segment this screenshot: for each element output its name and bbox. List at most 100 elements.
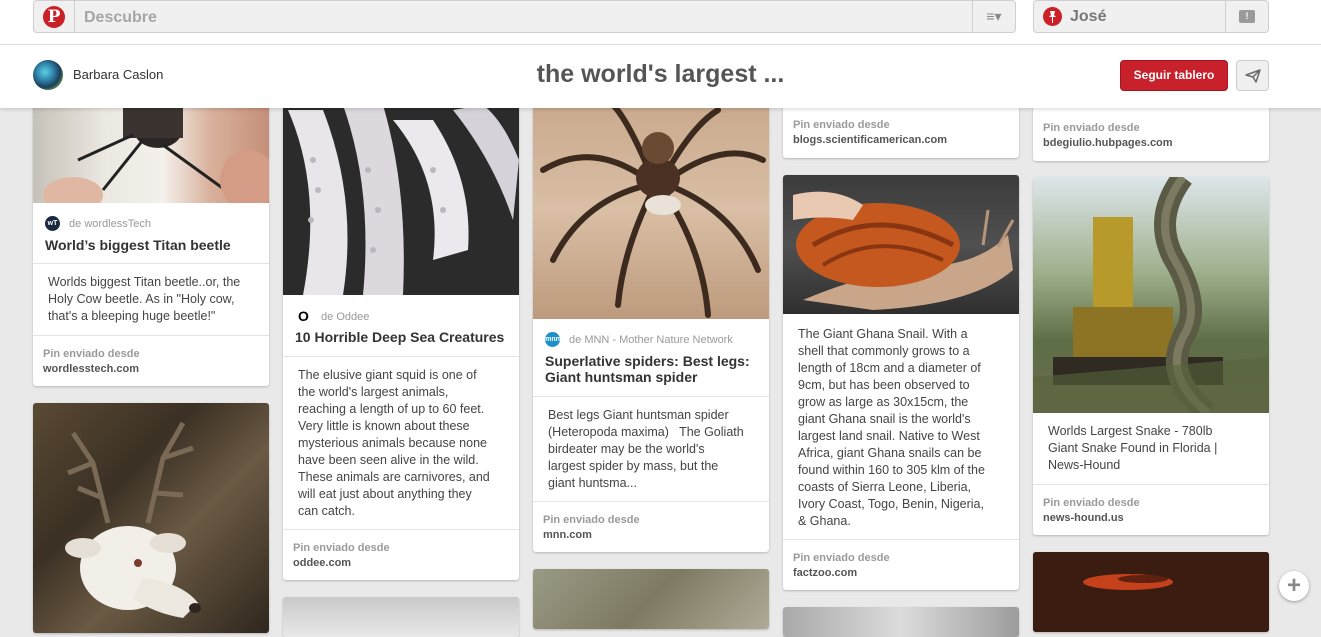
search-input[interactable] [82, 5, 966, 30]
pin-card[interactable] [283, 597, 519, 637]
pin-footer: Pin enviado desde factzoo.com [783, 539, 1019, 590]
pin-footer-label: Pin enviado desde [793, 552, 890, 564]
pin-description: Worlds Largest Snake - 780lb Giant Snake… [1033, 413, 1269, 484]
pin-description-line: The elusive giant squid is one of [298, 368, 477, 382]
pin-description-line: giant Ghana snail is the world's [798, 412, 971, 426]
pin-image[interactable] [783, 607, 1019, 637]
pin-footer-label: Pin enviado desde [1043, 122, 1140, 134]
pin-footer-label: Pin enviado desde [293, 542, 390, 554]
giant-snake-image [1033, 177, 1269, 413]
pin-description-line: that's a bleeping huge beetle!" [48, 309, 216, 323]
pin-image[interactable] [533, 100, 769, 319]
pin-description-line: birdeater may be the world's [548, 442, 705, 456]
pin-card[interactable] [1033, 552, 1269, 632]
notifications-button[interactable]: ! [1225, 1, 1268, 32]
pin-description: The Giant Ghana Snail. With a shell that… [783, 314, 1019, 539]
pin-footer-site[interactable]: factzoo.com [793, 567, 857, 579]
notifications-icon: ! [1239, 10, 1255, 23]
pin-description-line: will eat just about anything they [298, 487, 472, 501]
pin-description-line: found within 160 to 305 klm of the [798, 463, 985, 477]
pin-image[interactable] [1033, 177, 1269, 413]
pin-description-line: reaching a length of up to 60 feet. [298, 402, 485, 416]
pin-title[interactable]: World’s biggest Titan beetle [45, 237, 259, 253]
pin-description: Best legs Giant huntsman spider (Heterop… [533, 396, 769, 501]
pin-description-line: The Giant Ghana Snail. With a [798, 327, 968, 341]
pin-description-line: Worlds biggest Titan beetle..or, the [48, 275, 241, 289]
zoom-in-button[interactable]: + [1279, 571, 1309, 601]
pin-source[interactable]: mnn de MNN - Mother Nature Network [545, 332, 733, 347]
pin-title[interactable]: 10 Horrible Deep Sea Creatures [295, 329, 509, 345]
paper-plane-icon [1244, 68, 1261, 83]
pin-footer: Pin enviado desde news-hound.us [1033, 484, 1269, 535]
follow-board-button[interactable]: Seguir tablero [1120, 60, 1228, 91]
pinterest-logo-glyph: P [43, 5, 65, 28]
pin-footer-site[interactable]: bdegiulio.hubpages.com [1043, 137, 1173, 149]
white-deer-image [65, 421, 201, 618]
pin-image[interactable] [1033, 552, 1269, 632]
pin-description-line: largest spider by mass, but the [548, 459, 719, 473]
pin-footer-site[interactable]: wordlesstech.com [43, 363, 139, 375]
pin-image[interactable] [283, 597, 519, 637]
user-menu[interactable]: José ! [1033, 0, 1269, 33]
pin-footer-label: Pin enviado desde [1043, 497, 1140, 509]
pin-description-line: can catch. [298, 504, 355, 518]
pin-card[interactable] [33, 403, 269, 633]
pin-source-prefix: de [321, 310, 334, 323]
pin-description-line: have been seen alive in the wild. [298, 453, 479, 467]
pin-card[interactable]: wT de wordlessTech World’s biggest Titan… [33, 100, 269, 386]
menu-icon: ≡▾ [986, 8, 1002, 24]
pin-footer-site[interactable]: mnn.com [543, 529, 592, 541]
pin-description-line: shell that commonly grows to a [798, 344, 970, 358]
pin-title-line: Superlative spiders: Best legs: [545, 353, 750, 369]
pin-title[interactable]: Superlative spiders: Best legs: Giant hu… [545, 353, 759, 385]
top-bar: P ≡▾ José ! [0, 0, 1321, 44]
pin-card[interactable]: Worlds Largest Snake - 780lb Giant Snake… [1033, 177, 1269, 535]
pin-card[interactable]: Pin enviado desde blogs.scientificameric… [783, 100, 1019, 158]
pin-footer: Pin enviado desde blogs.scientificameric… [783, 100, 1019, 158]
pin-image[interactable] [283, 100, 519, 295]
pin-image[interactable] [533, 569, 769, 629]
pin-card[interactable]: The Giant Ghana Snail. With a shell that… [783, 175, 1019, 590]
pin-image[interactable] [33, 100, 269, 203]
pin-source-prefix: de [69, 217, 82, 230]
pin-description: The elusive giant squid is one of the wo… [283, 356, 519, 529]
pin-description-line: News-Hound [1048, 458, 1121, 472]
pin-description-line: Best legs Giant huntsman spider [548, 408, 729, 422]
pin-footer-label: Pin enviado desde [43, 348, 140, 360]
huntsman-spider-image [540, 102, 766, 318]
pin-description-line: Very little is known about these [298, 419, 470, 433]
pin-description-line: Africa, giant Ghana snails can be [798, 446, 982, 460]
pin-description-line: Holy Cow beetle. As in "Holy cow, [48, 292, 235, 306]
pin-footer-site[interactable]: news-hound.us [1043, 512, 1124, 524]
pin-description-line: (Heteropoda maxima) The Goliath [548, 425, 744, 439]
send-button[interactable] [1236, 60, 1269, 91]
pin-footer-label: Pin enviado desde [543, 514, 640, 526]
pin-footer: Pin enviado desde mnn.com [533, 501, 769, 552]
pin-title-line: Giant huntsman spider [545, 369, 698, 385]
pin-card[interactable] [533, 569, 769, 629]
pin-image[interactable] [783, 175, 1019, 314]
pinterest-logo-icon[interactable]: P [34, 1, 75, 32]
pin-card[interactable]: O de Oddee 10 Horrible Deep Sea Creature… [283, 100, 519, 580]
menu-button[interactable]: ≡▾ [972, 1, 1015, 32]
ghana-snail-image [793, 191, 1015, 310]
pin-footer-site[interactable]: oddee.com [293, 557, 351, 569]
pin-footer-label: Pin enviado desde [793, 119, 890, 131]
pin-source-prefix: de [569, 333, 582, 346]
user-pin-icon [1043, 7, 1062, 26]
pin-card[interactable]: mnn de MNN - Mother Nature Network Super… [533, 100, 769, 552]
pin-card[interactable] [783, 607, 1019, 637]
mnn-icon: mnn [545, 332, 560, 347]
pin-source[interactable]: O de Oddee [295, 308, 369, 325]
beetle-image [43, 100, 269, 203]
user-name[interactable]: José [1070, 8, 1106, 26]
pin-description-line: largest land snail. Native to West [798, 429, 980, 443]
pin-card[interactable]: Pin enviado desde bdegiulio.hubpages.com [1033, 100, 1269, 161]
pin-source-name: Oddee [336, 310, 370, 323]
pin-footer-site[interactable]: blogs.scientificamerican.com [793, 134, 947, 146]
pin-image[interactable] [33, 403, 269, 633]
pin-description-line: length of 18cm and a diameter of [798, 361, 981, 375]
pin-description-line: Worlds Largest Snake - 780lb [1048, 424, 1213, 438]
pin-footer: Pin enviado desde wordlesstech.com [33, 335, 269, 386]
pin-source[interactable]: wT de wordlessTech [45, 216, 151, 231]
